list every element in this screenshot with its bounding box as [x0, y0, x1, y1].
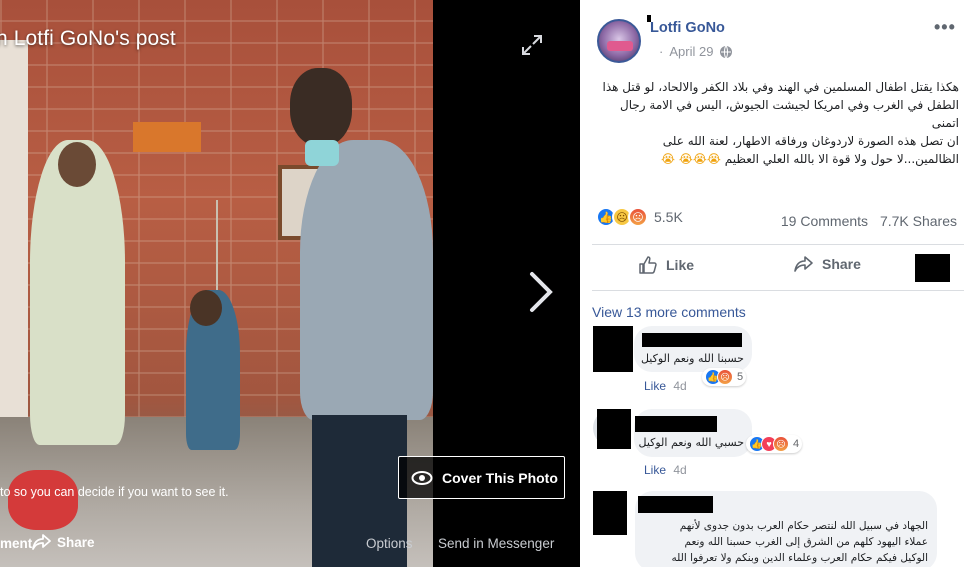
comments-count-link[interactable]: 19 Comments — [781, 213, 868, 229]
share-arrow-icon — [794, 256, 813, 272]
like-label: Like — [666, 257, 695, 273]
post-text-line: الطفل في الغرب وفي امريكا لجيشت الجيوش، … — [620, 98, 959, 130]
post-date[interactable]: April 29 — [669, 44, 713, 59]
comment-button[interactable]: ment — [0, 536, 32, 551]
cover-photo-label: Cover This Photo — [442, 469, 558, 486]
cover-photo-button[interactable]: Cover This Photo — [398, 456, 565, 499]
wall-shelf — [133, 122, 201, 152]
share-icon — [32, 534, 51, 550]
man-right-head — [290, 68, 352, 146]
viewer-title: n Lotfi GoNo's post — [0, 27, 176, 50]
author-name[interactable]: Lotfi GoNo — [650, 20, 725, 36]
redacted-name — [642, 333, 742, 347]
shares-count-link[interactable]: 7.7K Shares — [880, 213, 957, 229]
redacted-name — [635, 416, 717, 432]
reaction-count: 5.5K — [654, 209, 683, 225]
redacted-box — [915, 254, 950, 282]
share-post-label: Share — [822, 256, 861, 272]
share-label: Share — [57, 534, 95, 550]
next-photo-icon[interactable] — [526, 268, 556, 316]
send-in-messenger-link[interactable]: Send in Messenger — [438, 536, 554, 551]
comment-like-link[interactable]: Like — [644, 379, 666, 393]
comment-reactions[interactable]: 👍 ☹ 5 — [702, 368, 747, 386]
share-button[interactable]: Share — [31, 533, 95, 551]
angry-reaction-icon: ☹ — [773, 436, 789, 452]
post-text-line: الظالمين...لا حول ولا قوة الا بالله العل… — [594, 150, 959, 168]
face-mask — [305, 140, 339, 166]
comment-text: الجهاد في سبيل الله لنتصر حكام العرب بدو… — [642, 518, 928, 566]
man-left-head — [58, 142, 96, 187]
post-text-last: الظالمين...لا حول ولا قوة الا بالله العل… — [724, 152, 959, 166]
comment-text: حسبنا الله ونعم الوكيل — [640, 352, 744, 365]
redacted-name — [638, 496, 713, 513]
angry-reaction-icon: ☹ — [628, 207, 648, 227]
thumbs-up-icon — [639, 256, 657, 274]
post-panel: Lotfi GoNo · April 29 ••• هكذا يقتل اطفا… — [580, 0, 975, 567]
man-right-figure — [300, 140, 433, 420]
comment-actions: Like 4d — [644, 379, 687, 393]
comment-text-line: الوكيل فيكم حكام العرب وعلماء الدين وبنك… — [671, 552, 928, 564]
meta-dot: · — [659, 44, 664, 59]
crying-emoji: 😭😭😭 😭 — [661, 152, 721, 166]
comment-text-line: عملاء اليهود كلهم من الشرق إلى الغرب حسب… — [684, 536, 928, 548]
options-link[interactable]: Options — [366, 536, 413, 551]
eye-slash-icon — [411, 470, 433, 485]
sensitive-warning-text: to so you can decide if you want to see … — [0, 485, 229, 499]
reaction-summary[interactable]: 👍 ☹ ☹ 5.5K — [596, 207, 683, 227]
redacted-avatar — [593, 491, 627, 535]
comment-reaction-count: 4 — [793, 438, 800, 450]
comment-time[interactable]: 4d — [673, 379, 686, 393]
rope — [216, 200, 218, 295]
comment-like-link[interactable]: Like — [644, 463, 666, 477]
expand-icon[interactable] — [520, 33, 544, 57]
redacted-avatar — [593, 326, 633, 372]
comment-actions: Like 4d — [644, 463, 687, 477]
comment-time[interactable]: 4d — [673, 463, 686, 477]
comment-reaction-count: 5 — [737, 371, 744, 383]
divider — [592, 290, 964, 291]
like-button[interactable]: Like — [638, 255, 694, 275]
post-text-line: هكذا يقتل اطفال المسلمين في الهند وفي بل… — [602, 80, 959, 94]
child-head — [190, 290, 222, 326]
post-photo[interactable] — [0, 0, 433, 567]
more-options-button[interactable]: ••• — [934, 17, 956, 38]
author-avatar[interactable] — [597, 19, 641, 63]
post-text: هكذا يقتل اطفال المسلمين في الهند وفي بل… — [594, 78, 959, 168]
comment-text: حسبي الله ونعم الوكيل — [638, 436, 744, 449]
post-text-line: ان تصل هذه الصورة لاردوغان ورفاقه الاطها… — [662, 134, 959, 148]
redacted-avatar — [597, 409, 631, 449]
comment-reactions[interactable]: 👍 ♥ ☹ 4 — [746, 435, 803, 453]
globe-icon — [720, 45, 733, 58]
angry-reaction-icon: ☹ — [717, 369, 733, 385]
view-more-comments-link[interactable]: View 13 more comments — [592, 304, 746, 320]
photo-viewer: n Lotfi GoNo's post to so you can decide… — [0, 0, 580, 567]
engagement-counts: 19 Comments 7.7K Shares — [781, 213, 957, 229]
divider — [592, 244, 964, 245]
post-meta: · April 29 — [653, 44, 733, 59]
share-post-button[interactable]: Share — [792, 255, 861, 273]
comment-text-line: الجهاد في سبيل الله لنتصر حكام العرب بدو… — [679, 520, 928, 532]
doorway — [0, 40, 28, 420]
viewer-bottom-bar: ment Share Options Send in Messenger — [0, 530, 580, 558]
red-cloth — [8, 470, 78, 530]
